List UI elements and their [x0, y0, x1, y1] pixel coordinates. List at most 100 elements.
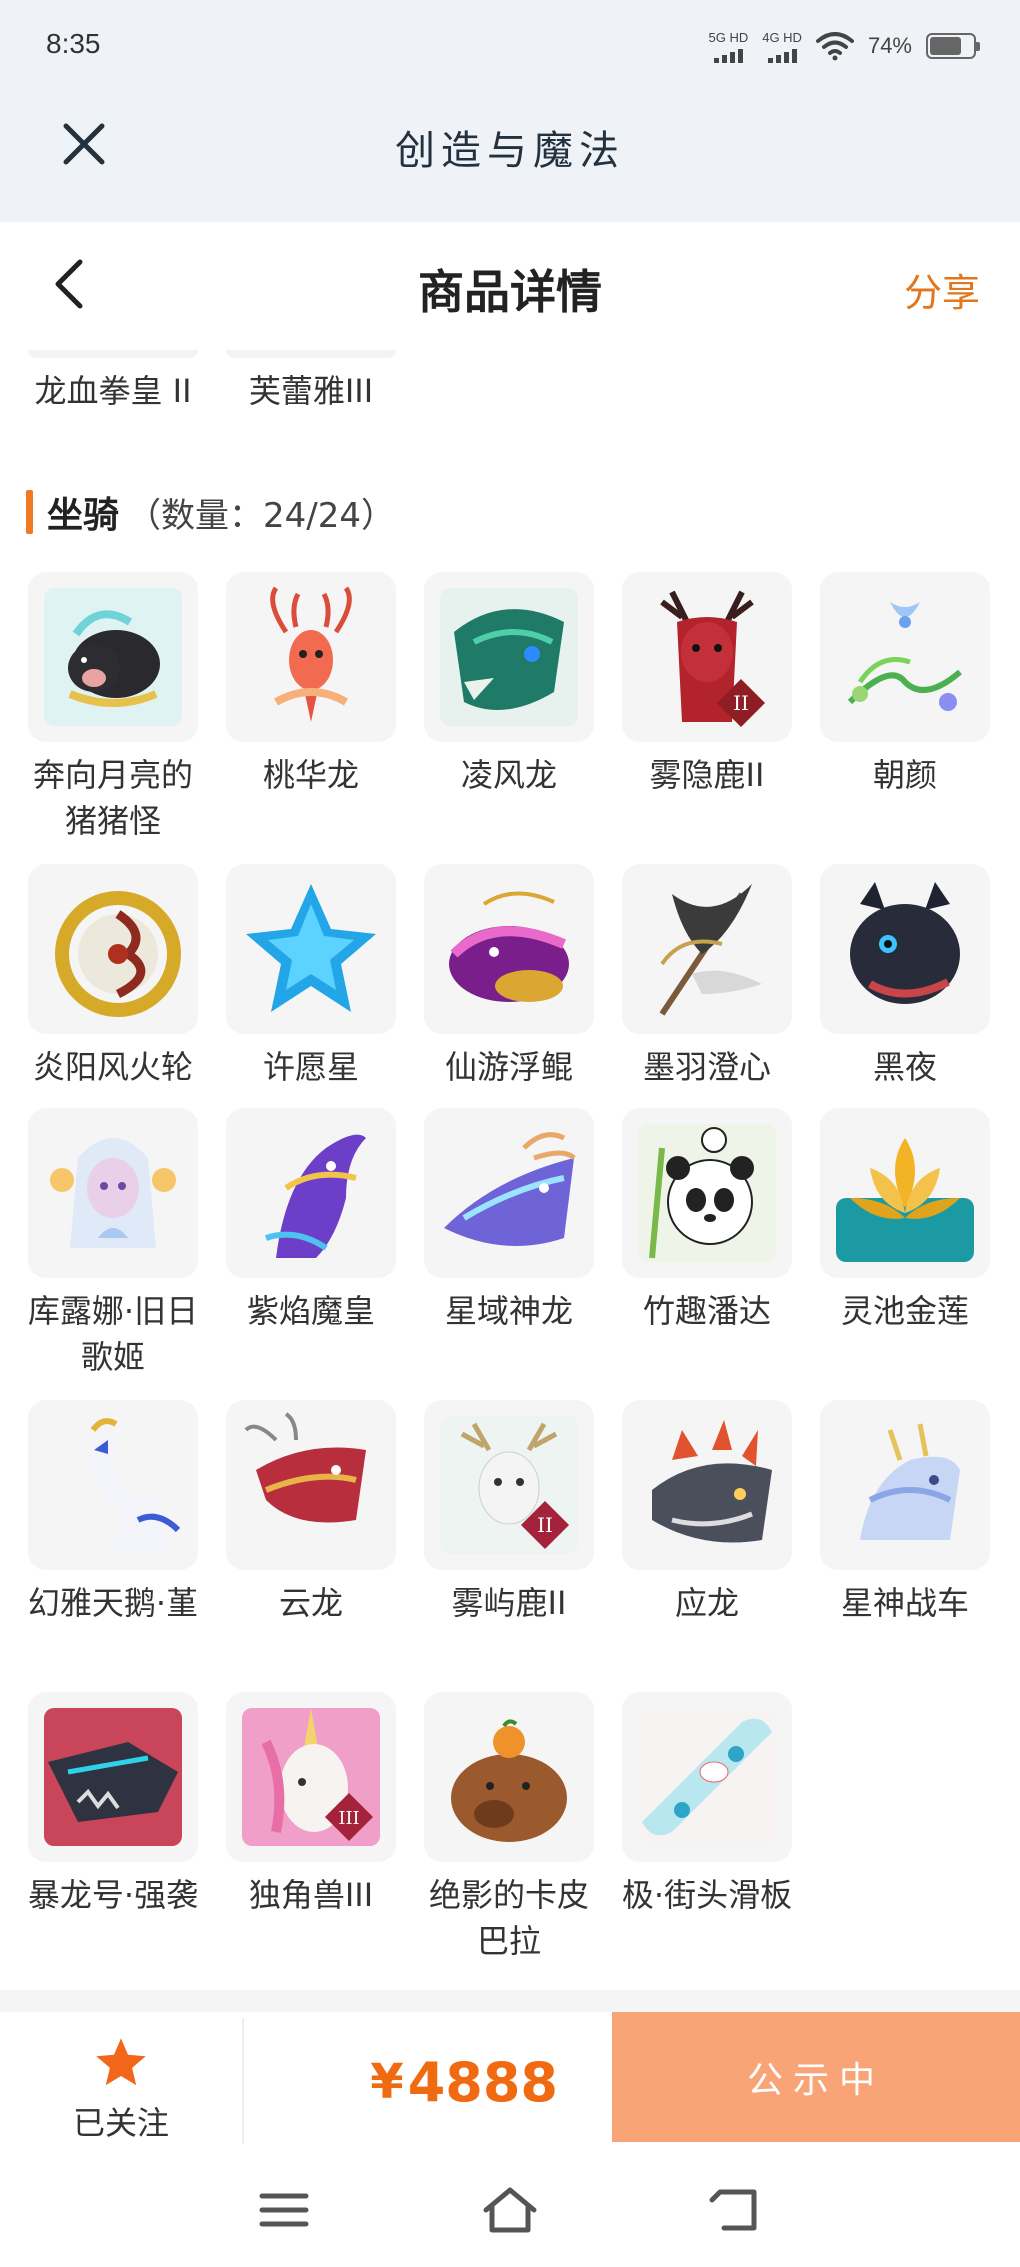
mount-name: 独角兽III [248, 1876, 374, 1914]
price: ¥ 4888 [244, 2012, 612, 2152]
fire-wheel-icon [55, 891, 181, 1017]
app-title: 创造与魔法 [395, 128, 625, 174]
status-icons: 5G HD 4G HD 74% [708, 26, 980, 66]
unicorn-icon: III [242, 1708, 380, 1846]
prev-card-thumb [226, 350, 396, 358]
capybara-icon [451, 1719, 567, 1842]
mount-thumbnail [424, 864, 594, 1034]
mount-thumbnail [28, 1108, 198, 1278]
svg-text:III: III [338, 1808, 359, 1829]
home-icon[interactable] [480, 2182, 540, 2238]
golden-lotus-icon [836, 1138, 974, 1262]
mount-card[interactable]: II 雾屿鹿II [410, 1400, 608, 1626]
mount-card[interactable]: III 独角兽III [212, 1692, 410, 1918]
mount-card[interactable]: 黑夜 [806, 864, 1004, 1090]
mount-name: 许愿星 [262, 1048, 359, 1086]
mount-card[interactable]: 极·街头滑板 [608, 1692, 806, 1918]
mount-name: 星域神龙 [444, 1292, 573, 1330]
mount-card[interactable]: 许愿星 [212, 864, 410, 1090]
prev-item-name: 芙蕾雅III [248, 372, 374, 410]
svg-text:II: II [733, 691, 749, 715]
star-chariot-icon [860, 1423, 960, 1540]
mount-card[interactable]: 墨羽澄心 [608, 864, 806, 1090]
mount-card[interactable]: 朝颜 [806, 572, 1004, 798]
battery-level [930, 37, 962, 55]
system-nav-bar [0, 2152, 1020, 2267]
mount-card[interactable]: II 雾隐鹿II [608, 572, 806, 798]
product-detail-content[interactable]: 龙血拳皇 II 芙蕾雅III 坐骑 （数量：24/24） 奔向月亮的猪猪怪 桃华龙… [0, 350, 1020, 1990]
publicity-status-button[interactable]: 公示中 [612, 2012, 1020, 2142]
mount-card[interactable]: 桃华龙 [212, 572, 410, 798]
mount-card[interactable]: 竹趣潘达 [608, 1108, 806, 1334]
mount-thumbnail [622, 1692, 792, 1862]
signal-5g-icon: 5G HD [708, 30, 748, 63]
swan-icon [90, 1418, 181, 1550]
mount-card[interactable]: 库露娜·旧日歌姬 [14, 1108, 212, 1380]
mount-thumbnail [820, 1108, 990, 1278]
mount-thumbnail [226, 572, 396, 742]
section-title: 坐骑 [47, 495, 120, 536]
mount-thumbnail [424, 572, 594, 742]
mount-thumbnail [226, 864, 396, 1034]
top-bar: 8:35 5G HD 4G HD 74% 创造与魔法 [0, 0, 1020, 222]
mount-thumbnail [226, 1400, 396, 1570]
wifi-icon [815, 32, 854, 61]
mount-name: 幻雅天鹅·堇 [27, 1584, 199, 1622]
wish-star-icon [246, 884, 376, 1012]
mount-card[interactable]: 灵池金莲 [806, 1108, 1004, 1334]
mount-thumbnail [424, 1692, 594, 1862]
mount-name: 暴龙号·强袭 [27, 1876, 199, 1914]
mount-name: 灵池金莲 [840, 1292, 969, 1330]
section-count: （数量：24/24） [127, 495, 395, 536]
battery-icon [926, 33, 980, 59]
mount-name: 凌风龙 [460, 756, 557, 794]
mount-card[interactable]: 仙游浮鲲 [410, 864, 608, 1090]
mount-card[interactable]: 云龙 [212, 1400, 410, 1626]
mount-name: 雾屿鹿II [451, 1584, 567, 1622]
mount-name: 炎阳风火轮 [32, 1048, 193, 1086]
mecha-rex-icon [44, 1708, 182, 1846]
mount-card[interactable]: 凌风龙 [410, 572, 608, 798]
mount-name: 仙游浮鲲 [444, 1048, 573, 1086]
share-button[interactable]: 分享 [904, 262, 980, 317]
mount-card[interactable]: 星域神龙 [410, 1108, 608, 1334]
mount-name: 紫焰魔皇 [246, 1292, 375, 1330]
mount-thumbnail [226, 1108, 396, 1278]
network-label-1: 5G HD [708, 29, 749, 45]
mount-thumbnail [28, 572, 198, 742]
mount-card[interactable]: 暴龙号·强袭 [14, 1692, 212, 1918]
mount-card[interactable]: 炎阳风火轮 [14, 864, 212, 1090]
mount-thumbnail: II [424, 1400, 594, 1570]
mist-deer-icon: II [660, 590, 766, 728]
songstress-icon [50, 1138, 176, 1248]
mount-thumbnail [820, 864, 990, 1034]
mount-card[interactable]: 幻雅天鹅·堇 [14, 1400, 212, 1626]
back-icon[interactable] [706, 2182, 766, 2238]
mount-name: 奔向月亮的猪猪怪 [32, 756, 193, 840]
mount-name: 桃华龙 [262, 756, 359, 794]
peach-dragon-icon [270, 586, 352, 722]
mount-card[interactable]: 奔向月亮的猪猪怪 [14, 572, 212, 844]
night-dragon-icon [850, 882, 960, 1004]
svg-text:II: II [537, 1513, 553, 1537]
mount-card[interactable]: 紫焰魔皇 [212, 1108, 410, 1334]
mount-name: 绝影的卡皮巴拉 [428, 1876, 589, 1960]
mount-thumbnail [424, 1108, 594, 1278]
menu-icon[interactable] [254, 2182, 314, 2238]
mount-name: 朝颜 [872, 756, 937, 794]
follow-label: 已关注 [72, 2104, 169, 2142]
mount-thumbnail [622, 864, 792, 1034]
mount-card[interactable]: 绝影的卡皮巴拉 [410, 1692, 608, 1964]
mount-name: 云龙 [278, 1584, 343, 1622]
network-label-2: 4G HD [762, 29, 802, 45]
cloud-dragon-icon [244, 1412, 366, 1523]
follow-button[interactable]: 已关注 [0, 2012, 242, 2152]
skateboard-icon [638, 1708, 776, 1846]
prev-card-thumb [28, 350, 198, 358]
mount-card[interactable]: 应龙 [608, 1400, 806, 1626]
star-icon [96, 2038, 146, 2086]
mount-thumbnail [622, 1400, 792, 1570]
mount-card[interactable]: 星神战车 [806, 1400, 1004, 1626]
mount-thumbnail [622, 1108, 792, 1278]
mount-thumbnail: II [622, 572, 792, 742]
